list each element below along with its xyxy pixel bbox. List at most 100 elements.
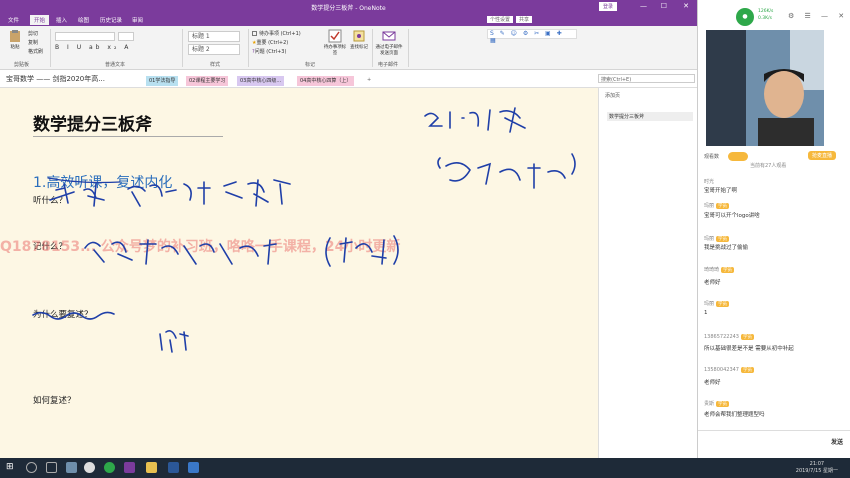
tag-todo[interactable]: 待办事项 (Ctrl+1): [252, 30, 301, 37]
font-size-select[interactable]: [118, 32, 134, 41]
add-page-button[interactable]: 添加页: [605, 92, 620, 99]
tag-question[interactable]: ?问题 (Ctrl+3): [252, 48, 286, 55]
app-icon[interactable]: [188, 462, 199, 473]
add-section-icon[interactable]: +: [364, 76, 374, 86]
toggle-switch[interactable]: [728, 152, 748, 161]
share-button[interactable]: 共享: [516, 16, 533, 23]
todo-tag-button[interactable]: 待办事项标签: [322, 29, 348, 56]
chat-message: 宝哥可以开个logo讲啥: [704, 213, 760, 219]
app-icon[interactable]: [66, 462, 77, 473]
tab-draw[interactable]: 绘图: [78, 16, 89, 24]
tab-home[interactable]: 开始: [30, 15, 50, 25]
cut-button[interactable]: 剪切: [28, 30, 38, 37]
clock-date: 2019/7/15 星期一: [795, 468, 838, 474]
chat-message: 所以基础很差是不是 需要从初中补起: [704, 346, 794, 352]
chat-message: 老师会帮我们整理题型吗: [704, 412, 765, 418]
find-tags-label: 查找标记: [350, 45, 368, 50]
system-clock[interactable]: 21:07 2019/7/15 星期一: [796, 461, 838, 475]
ink-stroke: [325, 235, 399, 267]
ribbon-tabs: 文件 开始 插入 绘图 历史记录 审阅 个性设置 共享: [0, 14, 697, 26]
todo-tag-label: 待办事项标签: [323, 45, 347, 56]
chat-username: 时光: [704, 179, 715, 185]
email-page-label: 通过电子邮件发送页面: [375, 45, 403, 56]
word-icon[interactable]: [168, 462, 179, 473]
ink-stroke: [32, 311, 115, 320]
section-tab[interactable]: 02课程主要学习: [186, 76, 229, 86]
ink-stroke: [49, 183, 105, 207]
close-button[interactable]: ✕: [683, 2, 689, 10]
handwriting-ink: [32, 107, 576, 353]
format-painter-button[interactable]: 格式刷: [28, 48, 43, 55]
window-title: 数学提分三板斧 - OneNote: [311, 5, 386, 12]
search-icon[interactable]: [26, 462, 37, 473]
network-gauge-icon: ●: [736, 8, 754, 26]
chat-username: 13865722243 学员: [704, 334, 754, 340]
ink-stroke: [84, 239, 277, 265]
ribbon-separator: [182, 29, 183, 67]
ink-stroke: [424, 107, 526, 133]
live-controls: 观看数 抢麦直播 当前有27人观看: [698, 148, 850, 169]
tab-insert[interactable]: 插入: [56, 16, 67, 24]
format-buttons[interactable]: B I U ab x₂ A: [55, 44, 177, 53]
style-heading2[interactable]: 标题 2: [188, 44, 240, 55]
signin-button[interactable]: 登录: [598, 2, 617, 11]
section-tab-active[interactable]: 04高中核心四算（上）: [297, 76, 355, 86]
font-family-select[interactable]: [55, 32, 115, 41]
checkmark-icon: [328, 29, 342, 43]
section-tab[interactable]: 01学法指导: [146, 76, 179, 86]
chat-username: 玛丽 学员: [704, 203, 730, 209]
personal-settings[interactable]: 个性设置: [487, 16, 514, 23]
ribbon-separator: [408, 29, 409, 67]
chat-input-area[interactable]: 发送: [698, 430, 850, 458]
clipboard-group-label: 剪贴板: [14, 62, 30, 68]
tab-history[interactable]: 历史记录: [100, 16, 122, 24]
chat-message: 老师好: [704, 380, 721, 386]
start-icon[interactable]: ⊞: [6, 462, 17, 473]
email-page-button[interactable]: 通过电子邮件发送页面: [374, 29, 404, 56]
chat-message: 老师好: [704, 280, 721, 286]
app-icon[interactable]: [84, 462, 95, 473]
tab-file[interactable]: 文件: [8, 16, 19, 24]
ribbon-separator: [50, 29, 51, 67]
chat-username: 13580042347 学员: [704, 367, 754, 373]
section-tab[interactable]: 03高中核心四级...: [237, 76, 285, 86]
notebook-name[interactable]: 宝哥数学 —— 剑指2020年高...: [6, 74, 105, 84]
paste-button[interactable]: 粘贴: [2, 29, 28, 50]
app-icon[interactable]: [104, 462, 115, 473]
maximize-button[interactable]: ☐: [661, 2, 667, 10]
note-canvas[interactable]: 数学提分三板斧 1.高效听课，复述内化 听什么？ 记什么？ 为什么要复述？ 如何…: [0, 88, 598, 458]
chat-username: 玛丽 学员: [704, 236, 730, 242]
ink-stroke: [127, 179, 291, 207]
minimize-button[interactable]: —: [640, 2, 647, 10]
tag-label: 问题 (Ctrl+3): [254, 49, 287, 55]
presenter-video: [706, 30, 824, 146]
capture-toolbar[interactable]: S ✎ ☺ ⚙ ✂ ▣ ✚ ▦: [487, 29, 577, 44]
search-input[interactable]: 搜索(Ctrl+E): [598, 74, 695, 83]
chat-message: 1: [704, 310, 708, 316]
chat-message: 宝哥开始了啊: [704, 188, 738, 194]
tags-group-label: 标记: [305, 62, 316, 68]
tag-label: 待办事项 (Ctrl+1): [259, 31, 301, 37]
viewer-count: 当前有27人观看: [750, 163, 787, 169]
live-header: ● 126K/s 0.3K/s ⚙ ☰ — ✕: [698, 0, 850, 30]
explorer-icon[interactable]: [146, 462, 157, 473]
page-list-item[interactable]: 数学提分三板斧: [607, 112, 693, 121]
followers-button[interactable]: 抢麦直播: [808, 151, 837, 160]
ribbon-separator: [248, 29, 249, 67]
tag-important[interactable]: ★重要 (Ctrl+2): [252, 39, 288, 46]
ribbon-separator: [372, 29, 373, 67]
send-button[interactable]: 发送: [831, 437, 843, 446]
onenote-taskbar-icon[interactable]: [124, 462, 135, 473]
task-view-icon[interactable]: [46, 462, 57, 473]
copy-button[interactable]: 复制: [28, 39, 38, 46]
follow-label: 观看数: [704, 154, 720, 160]
basic-text-group-label: 普通文本: [105, 62, 126, 68]
title-bar: 数学提分三板斧 - OneNote 登录 — ☐ ✕: [0, 0, 697, 14]
ink-stroke: [47, 177, 121, 184]
live-panel: ● 126K/s 0.3K/s ⚙ ☰ — ✕ 观看数 抢麦直播 当前有27人观…: [697, 0, 850, 458]
style-heading1[interactable]: 标题 1: [188, 31, 240, 42]
find-tags-button[interactable]: 查找标记: [346, 29, 372, 50]
tab-review[interactable]: 审阅: [132, 16, 143, 24]
panel-controls[interactable]: ⚙ ☰ — ✕: [788, 12, 848, 20]
tag-label: 重要 (Ctrl+2): [256, 40, 289, 46]
